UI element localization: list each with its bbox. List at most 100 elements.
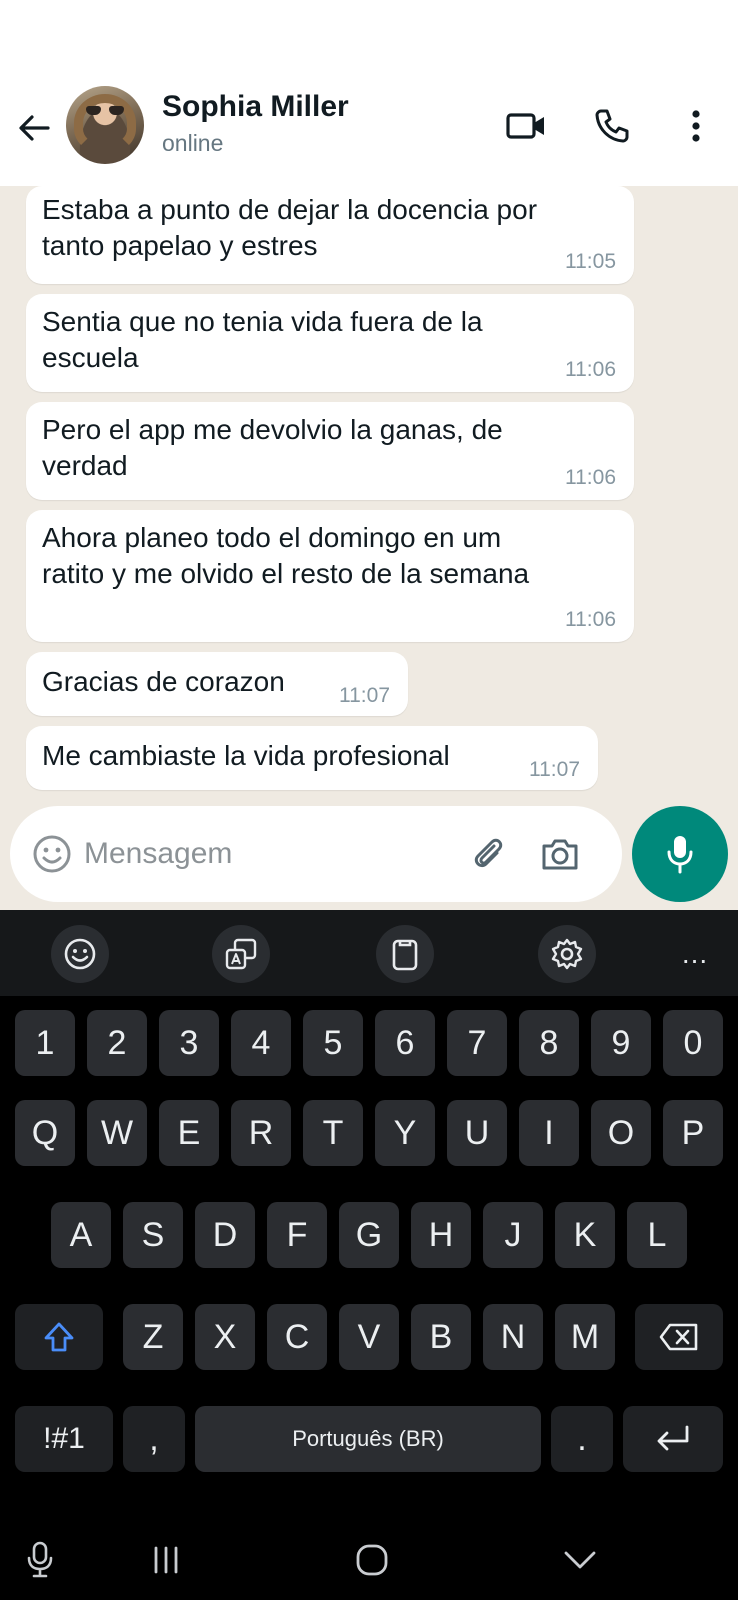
backspace-icon: [659, 1323, 698, 1351]
key-2[interactable]: 2: [87, 1010, 147, 1076]
keyboard-settings-button[interactable]: [538, 925, 596, 983]
key-i[interactable]: I: [519, 1100, 579, 1166]
key-q[interactable]: Q: [15, 1100, 75, 1166]
camera-icon: [542, 839, 578, 870]
translate-icon: [225, 938, 257, 970]
key-8[interactable]: 8: [519, 1010, 579, 1076]
message-time: 11:06: [565, 608, 616, 631]
key-s[interactable]: S: [123, 1202, 183, 1268]
emoji-icon: [33, 835, 71, 873]
key-4[interactable]: 4: [231, 1010, 291, 1076]
key-r[interactable]: R: [231, 1100, 291, 1166]
message-text: Pero el app me devolvio la ganas, de ver…: [42, 414, 503, 481]
space-key[interactable]: Português (BR): [195, 1406, 541, 1472]
key-d[interactable]: D: [195, 1202, 255, 1268]
key-w[interactable]: W: [87, 1100, 147, 1166]
message-text: Sentia que no tenia vida fuera de la esc…: [42, 306, 483, 373]
key-f[interactable]: F: [267, 1202, 327, 1268]
message-bubble[interactable]: Gracias de corazon 11:07: [26, 652, 408, 716]
paperclip-icon: [474, 838, 503, 868]
message-bubble[interactable]: Me cambiaste la vida profesional 11:07: [26, 726, 598, 790]
message-time: 11:05: [565, 250, 616, 273]
avatar[interactable]: [66, 86, 144, 164]
message-text: Estaba a punto de dejar la docencia por …: [42, 194, 538, 261]
attach-button[interactable]: [464, 830, 512, 878]
arrow-left-icon: [19, 115, 50, 141]
chevron-down-icon: [564, 1551, 596, 1569]
chat-area[interactable]: Estaba a punto de dejar la docencia por …: [0, 186, 738, 910]
key-3[interactable]: 3: [159, 1010, 219, 1076]
more-options-button[interactable]: [672, 102, 720, 150]
recent-apps-button[interactable]: [140, 1538, 192, 1582]
enter-key[interactable]: [623, 1406, 723, 1472]
message-time: 11:06: [565, 358, 616, 381]
voice-message-button[interactable]: [632, 806, 728, 902]
contact-name[interactable]: Sophia Miller: [162, 90, 349, 124]
key-1[interactable]: 1: [15, 1010, 75, 1076]
status-bar-area: [0, 0, 738, 86]
chat-header: Sophia Miller online: [0, 86, 738, 186]
video-call-button[interactable]: [502, 102, 550, 150]
message-bubble[interactable]: Pero el app me devolvio la ganas, de ver…: [26, 402, 634, 500]
key-6[interactable]: 6: [375, 1010, 435, 1076]
key-7[interactable]: 7: [447, 1010, 507, 1076]
keyboard-translate-button[interactable]: [212, 925, 270, 983]
keyboard-clipboard-button[interactable]: [376, 925, 434, 983]
message-bubble[interactable]: Sentia que no tenia vida fuera de la esc…: [26, 294, 634, 392]
keyboard-emoji-button[interactable]: [51, 925, 109, 983]
backspace-key[interactable]: [635, 1304, 723, 1370]
key-u[interactable]: U: [447, 1100, 507, 1166]
message-time: 11:07: [529, 758, 580, 781]
key-c[interactable]: C: [267, 1304, 327, 1370]
key-g[interactable]: G: [339, 1202, 399, 1268]
key-9[interactable]: 9: [591, 1010, 651, 1076]
emoji-icon: [64, 938, 96, 970]
key-e[interactable]: E: [159, 1100, 219, 1166]
back-button[interactable]: [14, 108, 54, 148]
shift-key[interactable]: [15, 1304, 103, 1370]
key-l[interactable]: L: [627, 1202, 687, 1268]
recent-apps-icon: [154, 1546, 178, 1574]
virtual-keyboard: ... 1 2 3 4 5 6 7 8 9 0 Q W E R T Y U I …: [0, 910, 738, 1600]
key-x[interactable]: X: [195, 1304, 255, 1370]
key-y[interactable]: Y: [375, 1100, 435, 1166]
message-bubble[interactable]: Ahora planeo todo el domingo en um ratit…: [26, 510, 634, 642]
message-text: Gracias de corazon: [42, 666, 285, 697]
keyboard-voice-button[interactable]: [14, 1538, 66, 1582]
clipboard-icon: [392, 939, 418, 971]
keyboard-more-button[interactable]: ...: [666, 925, 724, 983]
message-text: Ahora planeo todo el domingo en um ratit…: [42, 522, 530, 589]
message-composer: [10, 806, 622, 902]
message-text: Me cambiaste la vida profesional: [42, 740, 450, 771]
key-5[interactable]: 5: [303, 1010, 363, 1076]
key-0[interactable]: 0: [663, 1010, 723, 1076]
key-p[interactable]: P: [663, 1100, 723, 1166]
key-k[interactable]: K: [555, 1202, 615, 1268]
period-key[interactable]: .: [551, 1406, 613, 1472]
comma-key[interactable]: ,: [123, 1406, 185, 1472]
gear-icon: [551, 938, 583, 970]
more-vertical-icon: [692, 110, 700, 142]
shift-icon: [44, 1322, 74, 1352]
key-z[interactable]: Z: [123, 1304, 183, 1370]
emoji-button[interactable]: [28, 830, 76, 878]
key-j[interactable]: J: [483, 1202, 543, 1268]
symbols-key[interactable]: !#1: [15, 1406, 113, 1472]
key-h[interactable]: H: [411, 1202, 471, 1268]
keyboard-toolbar: ...: [0, 910, 738, 996]
message-bubble[interactable]: Estaba a punto de dejar la docencia por …: [26, 186, 634, 284]
voice-call-button[interactable]: [588, 102, 636, 150]
key-m[interactable]: M: [555, 1304, 615, 1370]
key-b[interactable]: B: [411, 1304, 471, 1370]
home-button[interactable]: [346, 1538, 398, 1582]
contact-status: online: [162, 130, 224, 156]
hide-keyboard-button[interactable]: [554, 1538, 606, 1582]
camera-button[interactable]: [536, 830, 584, 878]
key-t[interactable]: T: [303, 1100, 363, 1166]
enter-icon: [657, 1425, 689, 1451]
key-n[interactable]: N: [483, 1304, 543, 1370]
message-input[interactable]: [84, 828, 464, 880]
key-v[interactable]: V: [339, 1304, 399, 1370]
key-o[interactable]: O: [591, 1100, 651, 1166]
key-a[interactable]: A: [51, 1202, 111, 1268]
